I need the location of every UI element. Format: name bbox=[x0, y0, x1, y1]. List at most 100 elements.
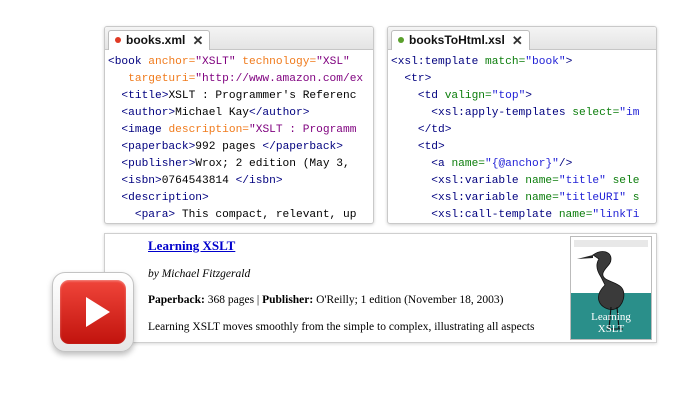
code-token: /> bbox=[558, 158, 573, 170]
code-token: > bbox=[525, 90, 533, 102]
code-token: 992 pages bbox=[195, 141, 263, 153]
tab-books-xml[interactable]: books.xml ✕ bbox=[108, 30, 211, 50]
play-button-face bbox=[60, 280, 126, 344]
code-line: <a name="{@anchor}"/> bbox=[391, 156, 656, 173]
code-token: <td bbox=[391, 90, 445, 102]
code-token: <xsl:template bbox=[391, 56, 485, 68]
code-token: <tr> bbox=[391, 73, 432, 85]
code-line: <xsl:apply-templates select="im bbox=[391, 105, 656, 122]
book-cover-image: Learning XSLT bbox=[570, 236, 652, 340]
close-icon[interactable]: ✕ bbox=[192, 31, 203, 50]
paperback-label: Paperback: bbox=[148, 294, 205, 306]
code-token: <td> bbox=[391, 141, 445, 153]
code-line: <td valign="top"> bbox=[391, 88, 656, 105]
code-token: "im bbox=[619, 107, 640, 119]
code-token: anchor= bbox=[148, 56, 196, 68]
code-line: <description> bbox=[108, 190, 373, 207]
code-token: "{@anchor}" bbox=[485, 158, 559, 170]
code-token: match= bbox=[485, 56, 526, 68]
code-token: <a bbox=[391, 158, 452, 170]
book-cover-art: Learning XSLT bbox=[571, 237, 651, 339]
saved-dot-icon bbox=[398, 37, 404, 43]
code-token: "linkTi bbox=[592, 209, 640, 221]
code-line: <title>XSLT : Programmer's Referenc bbox=[108, 88, 373, 105]
close-icon[interactable]: ✕ bbox=[512, 31, 523, 50]
code-token: name= bbox=[451, 158, 486, 170]
code-token: name= bbox=[525, 175, 559, 187]
cover-title-line1: Learning bbox=[591, 311, 631, 323]
code-token: "http://www.amazon.com/ex bbox=[195, 73, 364, 85]
code-token: <paperback> bbox=[108, 141, 196, 153]
code-token: </isbn> bbox=[235, 175, 283, 187]
code-area[interactable]: <xsl:template match="book"> <tr> <td val… bbox=[391, 54, 656, 223]
code-line: <xsl:template match="book"> bbox=[391, 54, 656, 71]
code-token: <xsl:variable bbox=[391, 192, 526, 204]
code-line: <td> bbox=[391, 139, 656, 156]
code-token: Michael Kay bbox=[175, 107, 249, 119]
play-video-button[interactable] bbox=[52, 272, 134, 352]
code-token: <xsl:call-template bbox=[391, 209, 559, 221]
code-token: <xsl:apply-templates bbox=[391, 107, 573, 119]
tab-bar: books.xml ✕ bbox=[105, 27, 373, 50]
code-token: targeturi= bbox=[108, 73, 196, 85]
code-token: </author> bbox=[249, 107, 310, 119]
code-line: <xsl:call-template name="linkTi bbox=[391, 207, 656, 223]
code-token: <publisher> bbox=[108, 158, 196, 170]
tab-label: booksToHtml.xsl bbox=[409, 33, 505, 47]
cover-title-line2: XSLT bbox=[598, 323, 625, 335]
code-line: <author>Michael Kay</author> bbox=[108, 105, 373, 122]
book-title-link[interactable]: Learning XSLT bbox=[148, 238, 235, 254]
code-token: name= bbox=[525, 192, 559, 204]
code-line: </td> bbox=[391, 122, 656, 139]
code-line: <image description="XSLT : Programm bbox=[108, 122, 373, 139]
book-details: Paperback: 368 pages | Publisher: O'Reil… bbox=[148, 294, 503, 306]
code-area[interactable]: <book anchor="XSLT" technology="XSL" tar… bbox=[108, 54, 373, 223]
code-token: description= bbox=[168, 124, 250, 136]
modified-dot-icon bbox=[115, 37, 121, 43]
code-token: > bbox=[565, 56, 573, 68]
code-token: "book" bbox=[525, 56, 566, 68]
xml-editor-panel: books.xml ✕ <book anchor="XSLT" technolo… bbox=[104, 26, 374, 224]
code-token: <para> bbox=[108, 209, 176, 221]
publisher-label: Publisher: bbox=[262, 294, 314, 306]
code-token: <title> bbox=[108, 90, 169, 102]
tab-bar: booksToHtml.xsl ✕ bbox=[388, 27, 656, 50]
code-token: select= bbox=[572, 107, 620, 119]
code-token: <isbn> bbox=[108, 175, 162, 187]
code-token: sele bbox=[605, 175, 640, 187]
book-author: by Michael Fitzgerald bbox=[148, 268, 251, 280]
code-token: <xsl:variable bbox=[391, 175, 526, 187]
code-token: <image bbox=[108, 124, 169, 136]
tab-label: books.xml bbox=[126, 33, 186, 47]
code-token: s bbox=[626, 192, 640, 204]
code-token: "XSL" bbox=[316, 56, 350, 68]
code-line: <xsl:variable name="title" sele bbox=[391, 173, 656, 190]
play-icon bbox=[86, 297, 110, 327]
code-token: "title" bbox=[558, 175, 606, 187]
code-token: 0764543814 bbox=[161, 175, 236, 187]
book-description: Learning XSLT moves smoothly from the si… bbox=[148, 321, 535, 333]
code-token: "top" bbox=[491, 90, 526, 102]
code-line: <isbn>0764543814 </isbn> bbox=[108, 173, 373, 190]
code-line: <paperback>992 pages </paperback> bbox=[108, 139, 373, 156]
code-token: name= bbox=[558, 209, 593, 221]
code-token: XSLT : Programmer's Referenc bbox=[168, 90, 357, 102]
code-line: <tr> bbox=[391, 71, 656, 88]
code-token: "XSLT : Programm bbox=[249, 124, 357, 136]
paperback-value: 368 pages | bbox=[204, 294, 263, 306]
publisher-value: O'Reilly; 1 edition (November 18, 2003) bbox=[313, 294, 504, 306]
code-line: <book anchor="XSLT" technology="XSL" bbox=[108, 54, 373, 71]
code-token: Wrox; 2 edition (May 3, bbox=[195, 158, 357, 170]
code-token: </td> bbox=[391, 124, 452, 136]
code-token: <book bbox=[108, 56, 149, 68]
code-token: </paperback> bbox=[262, 141, 343, 153]
code-token: <description> bbox=[108, 192, 209, 204]
code-token: This compact, relevant, up bbox=[175, 209, 357, 221]
code-line: <para> This compact, relevant, up bbox=[108, 207, 373, 223]
code-token: "XSLT" bbox=[195, 56, 236, 68]
xsl-editor-panel: booksToHtml.xsl ✕ <xsl:template match="b… bbox=[387, 26, 657, 224]
code-line: targeturi="http://www.amazon.com/ex bbox=[108, 71, 373, 88]
code-token: valign= bbox=[444, 90, 492, 102]
code-line: <xsl:variable name="titleURI" s bbox=[391, 190, 656, 207]
tab-books-to-html-xsl[interactable]: booksToHtml.xsl ✕ bbox=[391, 30, 530, 50]
